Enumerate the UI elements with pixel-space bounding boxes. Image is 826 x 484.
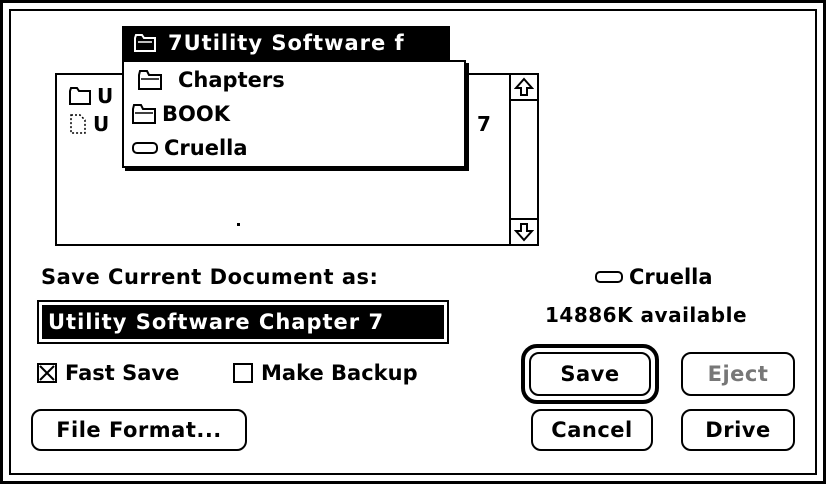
cancel-button[interactable]: Cancel — [531, 409, 653, 451]
make-backup-label: Make Backup — [261, 361, 418, 385]
menu-item-label: BOOK — [162, 102, 230, 126]
scroll-up-button[interactable] — [511, 75, 537, 101]
save-dialog: U U 7 7Utility Software f Chapters BOOK … — [0, 0, 826, 484]
file-format-button[interactable]: File Format... — [31, 409, 247, 451]
save-as-label: Save Current Document as: — [41, 265, 379, 289]
make-backup-checkbox[interactable] — [233, 363, 253, 383]
drive-button[interactable]: Drive — [681, 409, 795, 451]
available-space: 14886K available — [545, 303, 748, 327]
filename-input[interactable]: Utility Software Chapter 7 — [42, 305, 444, 339]
save-button[interactable]: Save — [529, 352, 651, 396]
menu-item-chapters[interactable]: Chapters — [124, 64, 464, 96]
popup-current-label: 7Utility Software f — [168, 31, 405, 55]
check-x-icon — [39, 365, 55, 381]
list-item-label: U — [97, 84, 114, 108]
folder-popup[interactable]: 7Utility Software f — [122, 26, 450, 60]
list-item-label: U — [93, 112, 110, 136]
disk-icon — [132, 141, 158, 155]
filename-field[interactable]: Utility Software Chapter 7 — [37, 300, 449, 344]
document-icon — [69, 114, 87, 134]
fast-save-label: Fast Save — [65, 361, 180, 385]
fast-save-option[interactable]: Fast Save — [37, 361, 179, 385]
folder-popup-menu: Chapters BOOK Cruella — [122, 60, 466, 168]
folder-icon — [132, 104, 156, 124]
scroll-down-button[interactable] — [511, 218, 537, 244]
fast-save-checkbox[interactable] — [37, 363, 57, 383]
make-backup-option[interactable]: Make Backup — [233, 361, 418, 385]
list-speck — [237, 223, 240, 226]
folder-icon — [134, 34, 156, 52]
folder-icon — [69, 87, 91, 105]
disk-icon — [595, 270, 623, 284]
arrow-up-icon — [514, 77, 534, 96]
scrollbar[interactable] — [509, 75, 537, 244]
eject-button[interactable]: Eject — [681, 352, 795, 396]
volume-label: Cruella — [595, 265, 713, 289]
list-item-suffix: 7 — [477, 112, 491, 136]
menu-item-label: Chapters — [178, 68, 285, 92]
menu-item-cruella[interactable]: Cruella — [124, 132, 464, 164]
arrow-down-icon — [514, 223, 534, 242]
menu-item-book[interactable]: BOOK — [124, 98, 464, 130]
list-item[interactable]: U — [69, 83, 113, 109]
menu-item-label: Cruella — [164, 136, 248, 160]
folder-icon — [138, 70, 162, 90]
volume-name: Cruella — [629, 265, 713, 289]
